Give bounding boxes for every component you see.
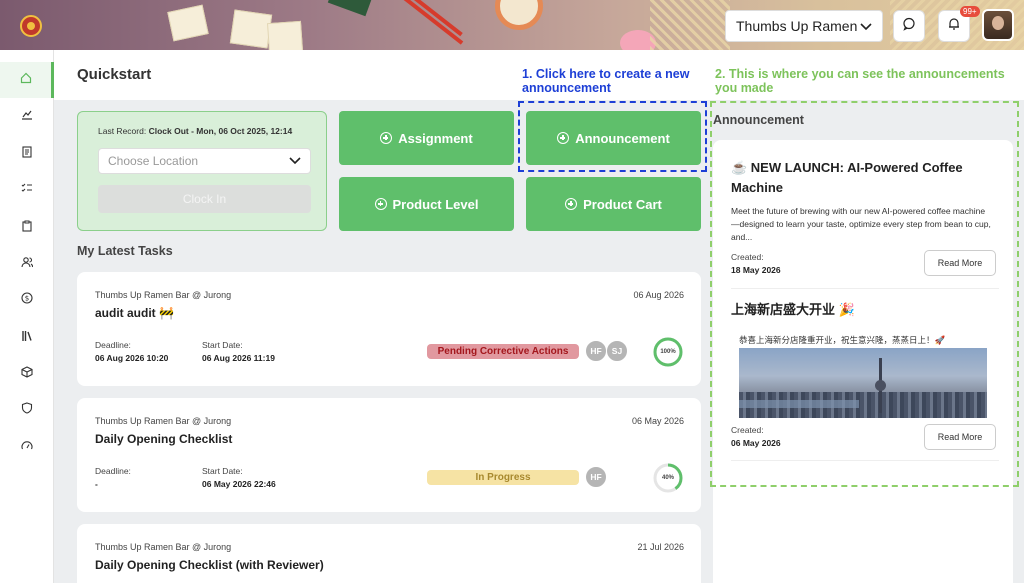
tofu-decoration — [266, 20, 304, 50]
clock-in-button[interactable]: Clock In — [98, 185, 311, 213]
progress-label: 40% — [661, 475, 674, 481]
sidebar-item-home[interactable] — [0, 62, 54, 98]
plus-circle-icon — [380, 132, 393, 144]
seaweed-decoration — [327, 0, 373, 17]
checklist-icon — [21, 181, 33, 199]
assignee-avatar: HF — [585, 340, 607, 362]
start-date-label: Start Date: — [202, 466, 243, 476]
progress-label: 100% — [660, 349, 676, 355]
product-level-button[interactable]: Product Level — [339, 177, 514, 231]
task-store: Thumbs Up Ramen Bar @ Jurong — [95, 542, 232, 552]
task-card[interactable]: Thumbs Up Ramen Bar @ Jurong 21 Jul 2026… — [77, 524, 701, 583]
product-cart-label: Product Cart — [583, 196, 662, 212]
page-title: Quickstart — [77, 66, 152, 83]
task-date: 06 Aug 2026 — [633, 290, 684, 300]
deadline-value: 06 Aug 2026 10:20 — [95, 353, 169, 363]
task-name: audit audit 🚧 — [95, 306, 174, 320]
chat-icon — [902, 17, 916, 36]
task-name: Daily Opening Checklist (with Reviewer) — [95, 558, 324, 572]
header-banner: Thumbs Up Ramen 99+ — [0, 0, 1024, 50]
task-store: Thumbs Up Ramen Bar @ Jurong — [95, 416, 232, 426]
books-icon — [21, 329, 33, 347]
sidebar-item-checklists[interactable] — [0, 172, 54, 208]
status-badge: In Progress — [427, 470, 579, 485]
assignee-avatar: HF — [585, 466, 607, 488]
sidebar-item-security[interactable] — [0, 392, 54, 428]
bell-icon — [947, 17, 961, 36]
deadline-label: Deadline: — [95, 340, 131, 350]
assignment-label: Assignment — [398, 130, 473, 146]
start-date-label: Start Date: — [202, 340, 243, 350]
sidebar-item-inventory[interactable] — [0, 356, 54, 392]
chopstick-decoration — [401, 0, 464, 45]
task-card[interactable]: Thumbs Up Ramen Bar @ Jurong 06 Aug 2026… — [77, 272, 701, 386]
box-icon — [21, 365, 33, 383]
plus-circle-icon — [565, 198, 578, 210]
create-announcement-note: 1. Click here to create a new announceme… — [522, 67, 690, 95]
task-date: 06 May 2026 — [631, 416, 684, 426]
notification-badge: 99+ — [960, 6, 980, 17]
store-selector-value: Thumbs Up Ramen — [736, 18, 858, 34]
sidebar-item-performance[interactable] — [0, 430, 54, 466]
brand-logo[interactable] — [20, 15, 42, 37]
svg-text:$: $ — [25, 295, 29, 303]
sidebar-item-documents[interactable] — [0, 136, 54, 172]
progress-ring: 100% — [652, 336, 684, 368]
gauge-icon — [21, 439, 33, 457]
clock-in-card: Last Record: Clock Out - Mon, 06 Oct 202… — [77, 111, 327, 231]
plus-circle-icon — [374, 198, 387, 210]
home-icon — [20, 71, 32, 89]
deadline-label: Deadline: — [95, 466, 131, 476]
tofu-decoration — [229, 9, 273, 49]
chevron-down-icon — [860, 18, 872, 34]
users-icon — [21, 255, 34, 273]
product-cart-button[interactable]: Product Cart — [526, 177, 701, 231]
sidebar-item-tasks[interactable] — [0, 210, 54, 246]
announcement-button-highlight — [518, 101, 707, 172]
sidebar-item-analytics[interactable] — [0, 98, 54, 134]
sidebar: $ — [0, 50, 54, 583]
last-record-label: Last Record: — [98, 126, 147, 136]
egg-decoration — [495, 0, 543, 30]
sidebar-item-users[interactable] — [0, 246, 54, 282]
last-record-value: Clock Out - Mon, 06 Oct 2025, 12:14 — [148, 126, 293, 136]
chart-icon — [21, 107, 33, 125]
task-name: Daily Opening Checklist — [95, 432, 233, 446]
last-record: Last Record: Clock Out - Mon, 06 Oct 202… — [98, 126, 292, 136]
sidebar-item-finance[interactable]: $ — [0, 282, 54, 318]
tofu-decoration — [167, 4, 209, 42]
store-selector[interactable]: Thumbs Up Ramen — [725, 10, 883, 42]
start-date-value: 06 May 2026 22:46 — [202, 479, 276, 489]
deadline-value: - — [95, 479, 98, 489]
dollar-icon: $ — [21, 291, 33, 309]
task-card[interactable]: Thumbs Up Ramen Bar @ Jurong 06 May 2026… — [77, 398, 701, 512]
view-announcements-note: 2. This is where you can see the announc… — [715, 67, 1005, 95]
task-date: 21 Jul 2026 — [637, 542, 684, 552]
shield-icon — [21, 401, 33, 419]
assignment-button[interactable]: Assignment — [339, 111, 514, 165]
location-placeholder: Choose Location — [108, 154, 199, 168]
location-select[interactable]: Choose Location — [98, 148, 311, 174]
noodle-decoration — [650, 0, 730, 50]
status-badge: Pending Corrective Actions — [427, 344, 579, 359]
start-date-value: 06 Aug 2026 11:19 — [202, 353, 275, 363]
announcement-panel-highlight — [710, 101, 1019, 487]
progress-ring: 40% — [652, 462, 684, 494]
tasks-section-title: My Latest Tasks — [77, 244, 173, 258]
assignee-avatar: SJ — [606, 340, 628, 362]
chat-button[interactable] — [893, 10, 925, 42]
document-icon — [21, 145, 33, 163]
sidebar-item-library[interactable] — [0, 320, 54, 356]
task-store: Thumbs Up Ramen Bar @ Jurong — [95, 290, 232, 300]
clipboard-icon — [21, 219, 33, 237]
product-level-label: Product Level — [392, 196, 479, 212]
user-avatar[interactable] — [982, 9, 1014, 41]
chevron-down-icon — [289, 154, 301, 168]
